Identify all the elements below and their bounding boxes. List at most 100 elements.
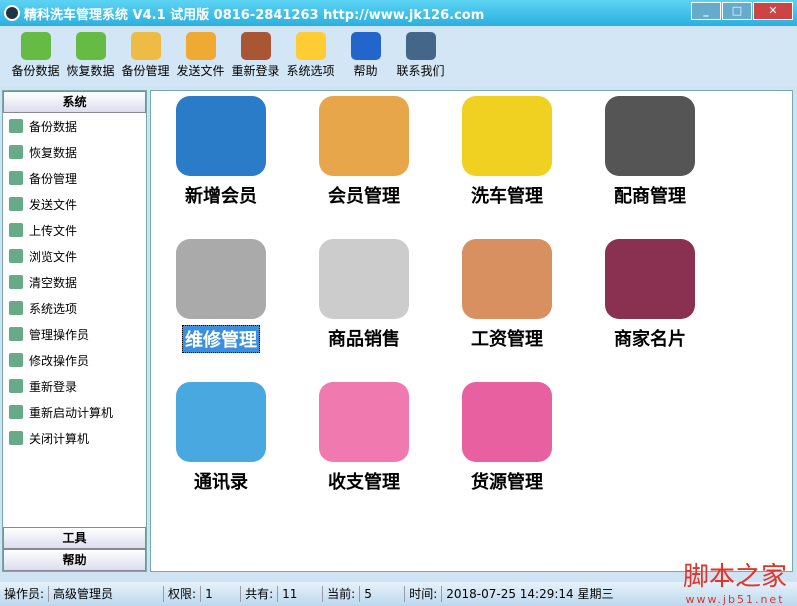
tile-label: 货源管理 <box>471 472 543 493</box>
tile-2[interactable]: 洗车管理 <box>447 96 567 208</box>
sidebar-item[interactable]: 管理操作员 <box>3 321 146 347</box>
sidebar-item[interactable]: 备份数据 <box>3 113 146 139</box>
tile-label: 洗车管理 <box>471 186 543 207</box>
toolbar-button-5[interactable]: 系统选项 <box>283 28 338 86</box>
tile-4[interactable]: 维修管理 <box>161 239 281 353</box>
sidebar-item-label: 备份管理 <box>29 171 78 186</box>
sidebar-item[interactable]: 系统选项 <box>3 295 146 321</box>
tile-icon <box>462 382 552 462</box>
tile-8[interactable]: 通讯录 <box>161 382 281 494</box>
tile-label: 新增会员 <box>185 186 257 207</box>
sidebar-item-icon <box>9 197 23 211</box>
tile-label: 收支管理 <box>328 472 400 493</box>
toolbar-icon <box>240 32 271 60</box>
operator-value: 高级管理员 <box>49 586 165 602</box>
sidebar-item-icon <box>9 353 23 367</box>
tile-label: 通讯录 <box>194 472 248 493</box>
toolbar-button-3[interactable]: 发送文件 <box>173 28 228 86</box>
time-value: 2018-07-25 14:29:14 星期三 <box>446 587 614 601</box>
app-logo-icon <box>4 5 20 21</box>
tile-1[interactable]: 会员管理 <box>304 96 424 208</box>
tile-icon <box>176 382 266 462</box>
perm-label: 权限: <box>164 586 202 602</box>
sidebar-item[interactable]: 重新登录 <box>3 373 146 399</box>
sidebar-item[interactable]: 备份管理 <box>3 165 146 191</box>
sidebar-item[interactable]: 恢复数据 <box>3 139 146 165</box>
tile-6[interactable]: 工资管理 <box>447 239 567 351</box>
toolbar: 备份数据 恢复数据 备份管理 发送文件 重新登录 系统选项 帮助 联系我们 <box>0 28 797 86</box>
tile-label: 会员管理 <box>328 186 400 207</box>
toolbar-button-7[interactable]: 联系我们 <box>393 28 448 86</box>
sidebar-item-label: 浏览文件 <box>29 249 78 264</box>
sidebar-item[interactable]: 发送文件 <box>3 191 146 217</box>
sidebar-item-icon <box>9 249 23 263</box>
sidebar-item-label: 重新启动计算机 <box>29 405 114 420</box>
close-button[interactable]: ✕ <box>753 2 793 20</box>
tile-5[interactable]: 商品销售 <box>304 239 424 351</box>
tile-icon <box>176 96 266 176</box>
sidebar-item-label: 重新登录 <box>29 379 78 394</box>
toolbar-icon <box>295 32 326 60</box>
tile-10[interactable]: 货源管理 <box>447 382 567 494</box>
toolbar-icon <box>350 32 381 60</box>
sidebar-item-icon <box>9 431 23 445</box>
sidebar-section-tools[interactable]: 工具 <box>3 527 146 549</box>
sidebar-item-icon <box>9 379 23 393</box>
sidebar-item[interactable]: 修改操作员 <box>3 347 146 373</box>
toolbar-button-6[interactable]: 帮助 <box>338 28 393 86</box>
tile-7[interactable]: 商家名片 <box>590 239 710 351</box>
toolbar-icon <box>75 32 106 60</box>
toolbar-button-1[interactable]: 恢复数据 <box>63 28 118 86</box>
tile-9[interactable]: 收支管理 <box>304 382 424 494</box>
sidebar-item[interactable]: 关闭计算机 <box>3 425 146 451</box>
sidebar-item[interactable]: 上传文件 <box>3 217 146 243</box>
sidebar-item[interactable]: 清空数据 <box>3 269 146 295</box>
toolbar-label: 备份数据 <box>11 64 60 78</box>
tile-icon <box>605 96 695 176</box>
sidebar: 系统 备份数据恢复数据备份管理发送文件上传文件浏览文件清空数据系统选项管理操作员… <box>2 90 147 572</box>
toolbar-label: 发送文件 <box>176 64 225 78</box>
sidebar-item-icon <box>9 275 23 289</box>
toolbar-icon <box>20 32 51 60</box>
tile-label: 工资管理 <box>471 329 543 350</box>
sidebar-item-icon <box>9 405 23 419</box>
tile-label: 维修管理 <box>182 325 260 353</box>
tile-label: 商品销售 <box>328 329 400 350</box>
sidebar-item-icon <box>9 223 23 237</box>
tile-3[interactable]: 配商管理 <box>590 96 710 208</box>
maximize-button[interactable]: □ <box>722 2 752 20</box>
watermark-text: 脚本之家 <box>682 562 787 592</box>
toolbar-icon <box>130 32 161 60</box>
toolbar-button-0[interactable]: 备份数据 <box>8 28 63 86</box>
tile-icon <box>319 382 409 462</box>
toolbar-button-2[interactable]: 备份管理 <box>118 28 173 86</box>
window-title: 精科洗车管理系统 V4.1 试用版 0816-2841263 http://ww… <box>24 7 485 23</box>
sidebar-item-icon <box>9 119 23 133</box>
title-bar: 精科洗车管理系统 V4.1 试用版 0816-2841263 http://ww… <box>0 0 797 26</box>
sidebar-item-label: 清空数据 <box>29 275 78 290</box>
sidebar-item-label: 管理操作员 <box>29 327 90 342</box>
total-label: 共有: <box>241 586 279 602</box>
toolbar-label: 备份管理 <box>121 64 170 78</box>
tile-label: 配商管理 <box>614 186 686 207</box>
sidebar-item[interactable]: 浏览文件 <box>3 243 146 269</box>
sidebar-item-icon <box>9 145 23 159</box>
toolbar-label: 帮助 <box>353 64 378 78</box>
main-panel: 新增会员 会员管理 洗车管理 配商管理维修管理 商品销售 工资管理 商家名片通讯录 收支管理 货… <box>150 90 793 572</box>
sidebar-item-icon <box>9 171 23 185</box>
sidebar-section-system[interactable]: 系统 <box>3 91 146 113</box>
toolbar-icon <box>185 32 216 60</box>
sidebar-section-help[interactable]: 帮助 <box>3 549 146 571</box>
sidebar-item-label: 上传文件 <box>29 223 78 238</box>
minimize-button[interactable]: _ <box>691 2 721 20</box>
toolbar-button-4[interactable]: 重新登录 <box>228 28 283 86</box>
current-label: 当前: <box>323 586 361 602</box>
sidebar-item[interactable]: 重新启动计算机 <box>3 399 146 425</box>
tile-0[interactable]: 新增会员 <box>161 96 281 208</box>
sidebar-item-label: 恢复数据 <box>29 145 78 160</box>
watermark-url: www.jb51.net <box>685 593 785 606</box>
status-bar: 操作员: 高级管理员 权限: 1 共有: 11 当前: 5 时间: 2018-0… <box>0 582 797 606</box>
toolbar-label: 恢复数据 <box>66 64 115 78</box>
perm-value: 1 <box>201 586 242 602</box>
tile-icon <box>319 239 409 319</box>
